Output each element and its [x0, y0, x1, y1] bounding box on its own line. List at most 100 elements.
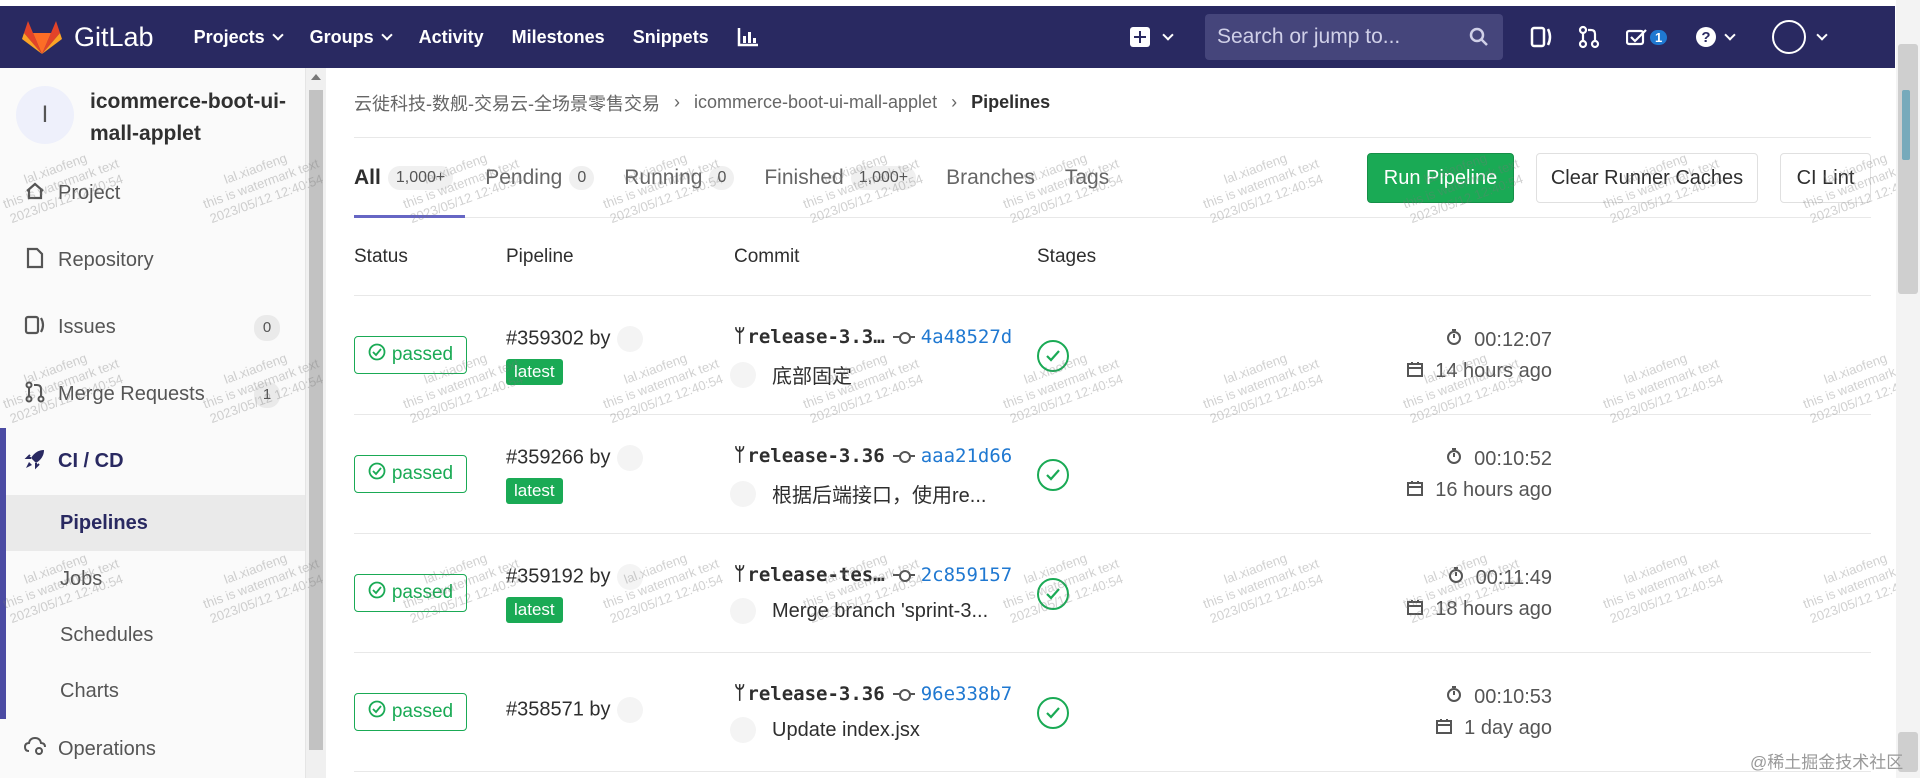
- user-avatar[interactable]: [730, 598, 756, 624]
- commit-title-link[interactable]: 底部固定: [772, 360, 852, 389]
- home-icon: [24, 182, 46, 206]
- commit-title-link[interactable]: Update index.jsx: [772, 719, 920, 742]
- commit-title-link[interactable]: 根据后端接口，使用re...: [772, 479, 986, 508]
- commit-sha-link[interactable]: 96e338b7: [921, 683, 1013, 705]
- chart-icon[interactable]: [737, 27, 759, 47]
- sidebar-scrollbar-thumb[interactable]: [309, 90, 323, 750]
- todos[interactable]: 1: [1626, 28, 1668, 46]
- user-avatar[interactable]: [730, 361, 756, 388]
- commit-message: 底部固定: [730, 360, 852, 389]
- breadcrumb-project[interactable]: icommerce-boot-ui-mall-applet: [694, 92, 937, 113]
- help-dropdown[interactable]: ?: [1695, 26, 1736, 48]
- merge-requests-count-badge: 1: [254, 381, 280, 408]
- page-scrollbar[interactable]: [1896, 0, 1920, 778]
- brand[interactable]: GitLab: [22, 19, 154, 55]
- sidebar-item-issues[interactable]: Issues 0: [0, 294, 305, 361]
- tab-pending[interactable]: Pending 0: [485, 138, 595, 218]
- stage-passed-icon[interactable]: [1037, 578, 1069, 610]
- commit-sha-link[interactable]: 2c859157: [921, 564, 1013, 586]
- sidebar-item-operations[interactable]: Operations: [0, 719, 305, 778]
- commit-ref: ᛘ release-3.3… 4a48527d: [734, 326, 1012, 348]
- user-avatar[interactable]: [616, 697, 643, 723]
- latest-badge: latest: [506, 478, 563, 504]
- breadcrumb-current[interactable]: Pipelines: [971, 92, 1050, 113]
- scroll-up-icon[interactable]: [311, 74, 321, 80]
- cloud-gear-icon: [23, 736, 46, 762]
- branch-icon: ᛘ: [734, 564, 746, 585]
- status-label: passed: [391, 701, 454, 722]
- branch-link[interactable]: release-3.36: [747, 683, 884, 705]
- tab-tags[interactable]: Tags: [1065, 138, 1109, 218]
- commit-sha-link[interactable]: aaa21d66: [921, 445, 1013, 467]
- ci-lint-button[interactable]: CI Lint: [1780, 153, 1871, 203]
- commit-title-link[interactable]: Merge branch 'sprint-3...: [772, 600, 988, 623]
- nav-groups[interactable]: Groups: [310, 27, 393, 48]
- stage-passed-icon[interactable]: [1037, 697, 1069, 729]
- user-avatar[interactable]: [616, 564, 643, 590]
- commit-message: Merge branch 'sprint-3...: [730, 598, 988, 624]
- pipeline-id[interactable]: #359302 by: [506, 326, 643, 352]
- user-avatar[interactable]: [616, 326, 643, 352]
- status-badge[interactable]: passed: [354, 574, 467, 612]
- user-avatar: [1772, 20, 1807, 54]
- nav-activity[interactable]: Activity: [419, 27, 484, 48]
- table-row: passed #359192 by latest ᛘ release-tes… 2c…: [354, 534, 1871, 653]
- sidebar-subitem-schedules[interactable]: Schedules: [6, 607, 305, 663]
- user-menu[interactable]: [1772, 20, 1828, 54]
- tab-label: Running: [624, 165, 703, 189]
- pipeline-finished-at: 18 hours ago: [1407, 598, 1552, 621]
- tab-finished[interactable]: Finished 1,000+: [764, 138, 917, 218]
- branch-link[interactable]: release-3.3…: [747, 326, 884, 348]
- new-dropdown[interactable]: [1130, 6, 1174, 68]
- table-row: passed #359302 by latest ᛘ release-3.3… 4a…: [354, 296, 1871, 415]
- time-ago-text: 18 hours ago: [1435, 598, 1552, 620]
- pipeline-id[interactable]: #358571 by: [506, 697, 643, 723]
- sidebar-item-repository[interactable]: Repository: [0, 227, 305, 294]
- stage-passed-icon[interactable]: [1037, 459, 1069, 491]
- chevron-right-icon: ›: [951, 92, 958, 112]
- branch-link[interactable]: release-tes…: [747, 564, 884, 586]
- timer-icon: [1446, 447, 1462, 471]
- tab-all[interactable]: All 1,000+: [354, 138, 466, 218]
- page-scrollbar-thumb[interactable]: [1898, 44, 1918, 294]
- sidebar-item-label: CI / CD: [58, 450, 124, 472]
- sidebar-item-project[interactable]: Project: [0, 160, 305, 227]
- status-badge[interactable]: passed: [354, 336, 467, 374]
- tab-running[interactable]: Running 0: [624, 138, 735, 218]
- status-badge[interactable]: passed: [354, 455, 467, 493]
- check-circle-icon: [368, 343, 386, 367]
- pipeline-duration: 00:10:52: [1446, 447, 1552, 471]
- sidebar-subitem-charts[interactable]: Charts: [6, 663, 305, 719]
- pipeline-id[interactable]: #359192 by: [506, 564, 643, 590]
- sidebar-item-ci-cd[interactable]: CI / CD: [0, 428, 305, 495]
- rocket-icon: [24, 448, 46, 476]
- breadcrumb-group[interactable]: 云徙科技-数舰-交易云-全场景零售交易: [354, 90, 660, 116]
- sidebar-toggle-icon[interactable]: [1530, 26, 1554, 48]
- tab-branches[interactable]: Branches: [946, 138, 1035, 218]
- user-avatar[interactable]: [616, 445, 643, 471]
- status-badge[interactable]: passed: [354, 693, 467, 731]
- user-avatar[interactable]: [730, 717, 756, 743]
- tab-count-badge: 1,000+: [850, 165, 917, 190]
- duration-text: 00:11:49: [1475, 566, 1552, 589]
- clear-runner-caches-button[interactable]: Clear Runner Caches: [1536, 153, 1758, 203]
- sidebar-scrollbar[interactable]: [306, 68, 326, 778]
- branch-link[interactable]: release-3.36: [747, 445, 884, 467]
- sidebar-subitem-pipelines[interactable]: Pipelines: [6, 495, 305, 551]
- chevron-down-icon: [1162, 28, 1174, 41]
- pipeline-id[interactable]: #359266 by: [506, 445, 643, 471]
- nav-milestones[interactable]: Milestones: [512, 27, 605, 48]
- breadcrumb: 云徙科技-数舰-交易云-全场景零售交易 › icommerce-boot-ui-…: [354, 68, 1871, 138]
- nav-snippets[interactable]: Snippets: [633, 27, 709, 48]
- user-avatar[interactable]: [730, 480, 756, 507]
- merge-request-icon[interactable]: [1578, 25, 1600, 49]
- run-pipeline-button[interactable]: Run Pipeline: [1367, 153, 1514, 203]
- sidebar-subitem-jobs[interactable]: Jobs: [6, 551, 305, 607]
- stage-passed-icon[interactable]: [1037, 340, 1069, 372]
- commit-sha-link[interactable]: 4a48527d: [921, 326, 1013, 348]
- commit-message: Update index.jsx: [730, 717, 920, 743]
- project-header[interactable]: I icommerce-boot-ui-mall-applet: [0, 68, 305, 160]
- sidebar-item-merge-requests[interactable]: Merge Requests 1: [0, 361, 305, 428]
- nav-projects[interactable]: Projects: [194, 27, 284, 48]
- search-input[interactable]: Search or jump to...: [1205, 14, 1503, 60]
